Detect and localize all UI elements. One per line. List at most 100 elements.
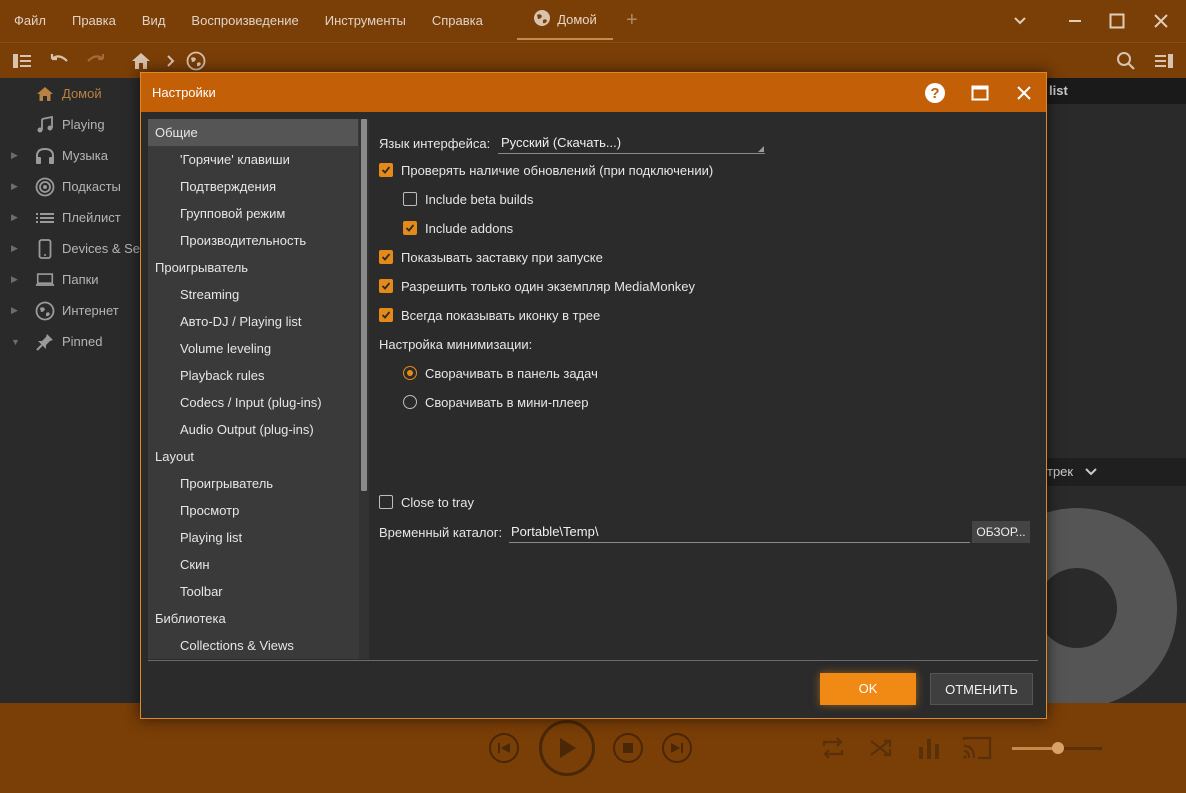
menu-item[interactable]: Инструменты [312, 0, 419, 42]
next-track-icon[interactable] [662, 733, 692, 763]
browse-button[interactable]: ОБЗОР... [972, 521, 1030, 543]
sidebar-toggle-icon[interactable] [10, 49, 34, 73]
minimize-option-row[interactable]: Сворачивать в мини-плеер [403, 391, 588, 413]
expand-arrow-icon[interactable]: ▼ [11, 337, 20, 347]
menu-item[interactable]: Файл [0, 0, 59, 42]
option-row[interactable]: Показывать заставку при запуске [379, 246, 603, 268]
tree-item[interactable]: Audio Output (plug-ins) [148, 416, 358, 443]
ok-button[interactable]: OK [820, 673, 916, 705]
expand-arrow-icon[interactable]: ▶ [11, 212, 19, 223]
option-row[interactable]: Всегда показывать иконку в трее [379, 304, 600, 326]
sidebar-item[interactable]: ▶ Плейлист [0, 202, 140, 233]
option-row[interactable]: Include addons [403, 217, 513, 239]
close-to-tray-checkbox[interactable] [379, 495, 393, 509]
help-icon[interactable]: ? [921, 79, 949, 107]
repeat-icon[interactable] [820, 736, 846, 763]
play-icon[interactable] [539, 720, 595, 776]
tree-item[interactable]: 'Горячие' клавиши [148, 146, 358, 173]
undo-icon[interactable] [47, 49, 71, 73]
tree-item[interactable]: Групповой режим [148, 200, 358, 227]
layout-panel-icon[interactable] [1152, 49, 1176, 73]
search-icon[interactable] [1114, 49, 1138, 73]
tree-item[interactable]: Volume leveling [148, 335, 358, 362]
option-row[interactable]: Разрешить только один экземпляр MediaMon… [379, 275, 695, 297]
tree-item[interactable]: Streaming [148, 281, 358, 308]
equalizer-icon[interactable] [916, 736, 942, 763]
cancel-button[interactable]: ОТМЕНИТЬ [930, 673, 1033, 705]
tree-category[interactable]: Общие [148, 119, 358, 146]
redo-icon[interactable] [84, 49, 108, 73]
tab-home[interactable]: Домой [517, 0, 613, 40]
option-row[interactable]: Проверять наличие обновлений (при подклю… [379, 159, 713, 181]
minimize-option-label: Сворачивать в панель задач [425, 365, 598, 381]
close-icon[interactable] [1010, 79, 1038, 107]
tree-item[interactable]: Toolbar [148, 578, 358, 605]
minimize-radio[interactable] [403, 366, 417, 380]
sidebar-item[interactable]: ▶ Подкасты [0, 171, 140, 202]
new-tab-plus-icon[interactable]: + [626, 9, 638, 31]
tree-category[interactable]: Проигрыватель [148, 254, 358, 281]
option-checkbox[interactable] [379, 279, 393, 293]
minimize-option-row[interactable]: Сворачивать в панель задач [403, 362, 598, 384]
sidebar-item[interactable]: ▼ Pinned [0, 326, 140, 357]
maximize-icon[interactable] [966, 79, 994, 107]
sidebar-item[interactable]: ▶ Музыка [0, 140, 140, 171]
option-checkbox[interactable] [403, 192, 417, 206]
tree-item[interactable]: Скин [148, 551, 358, 578]
sidebar-item[interactable]: ▶ Интернет [0, 295, 140, 326]
sidebar-item[interactable]: ▶ Папки [0, 264, 140, 295]
close-icon[interactable] [1138, 0, 1184, 42]
stop-icon[interactable] [613, 733, 643, 763]
minimize-icon[interactable] [1052, 0, 1098, 42]
shuffle-icon[interactable] [868, 736, 894, 763]
home-icon [35, 84, 55, 104]
menu-item[interactable]: Правка [59, 0, 129, 42]
menu-item[interactable]: Справка [419, 0, 496, 42]
chevron-down-icon[interactable] [1085, 459, 1097, 487]
chevron-down-icon[interactable] [997, 0, 1043, 42]
temp-dir-input[interactable] [509, 521, 970, 543]
track-header[interactable]: трек [1047, 458, 1186, 486]
minimize-radio[interactable] [403, 395, 417, 409]
tree-scrollbar-thumb[interactable] [361, 119, 367, 491]
tree-item[interactable]: Collections & Views [148, 632, 358, 659]
tree-category[interactable]: Библиотека [148, 605, 358, 632]
tree-item[interactable]: Playing list [148, 524, 358, 551]
volume-slider-handle[interactable] [1052, 742, 1064, 754]
expand-arrow-icon[interactable]: ▶ [11, 305, 19, 316]
expand-arrow-icon[interactable]: ▶ [11, 274, 19, 285]
tree-category[interactable]: Layout [148, 443, 358, 470]
maximize-icon[interactable] [1094, 0, 1140, 42]
tree-item[interactable]: Codecs / Input (plug-ins) [148, 389, 358, 416]
dialog-title-bar[interactable]: Настройки ? [141, 73, 1046, 112]
menu-item[interactable]: Воспроизведение [178, 0, 311, 42]
tree-item[interactable]: Подтверждения [148, 173, 358, 200]
language-select[interactable]: Русский (Скачать...) [498, 132, 765, 154]
menu-item[interactable]: Вид [129, 0, 179, 42]
sidebar-item[interactable]: ▶ Devices & Ser [0, 233, 144, 264]
tree-item[interactable]: Playback rules [148, 362, 358, 389]
sidebar-item[interactable]: Playing [0, 109, 140, 140]
home-icon[interactable] [129, 49, 153, 73]
tree-item[interactable]: Проигрыватель [148, 470, 358, 497]
cast-icon[interactable] [962, 736, 992, 763]
expand-arrow-icon[interactable]: ▶ [11, 150, 19, 161]
globe-icon[interactable] [184, 49, 208, 73]
previous-track-icon[interactable] [489, 733, 519, 763]
tree-item[interactable]: Просмотр [148, 497, 358, 524]
volume-slider[interactable] [1012, 742, 1102, 754]
tree-scrollbar[interactable] [359, 119, 369, 659]
option-checkbox[interactable] [379, 163, 393, 177]
expand-arrow-icon[interactable]: ▶ [11, 243, 19, 254]
tree-item[interactable]: Производительность [148, 227, 358, 254]
option-row[interactable]: Include beta builds [403, 188, 533, 210]
sidebar-item[interactable]: Домой [0, 78, 140, 109]
sidebar-item-label: Плейлист [62, 210, 121, 225]
expand-arrow-icon[interactable]: ▶ [11, 181, 19, 192]
close-to-tray-row[interactable]: Close to tray [379, 491, 474, 513]
sidebar-item-label: Домой [62, 86, 102, 101]
tree-item[interactable]: Авто-DJ / Playing list [148, 308, 358, 335]
option-checkbox[interactable] [379, 250, 393, 264]
option-checkbox[interactable] [403, 221, 417, 235]
option-checkbox[interactable] [379, 308, 393, 322]
